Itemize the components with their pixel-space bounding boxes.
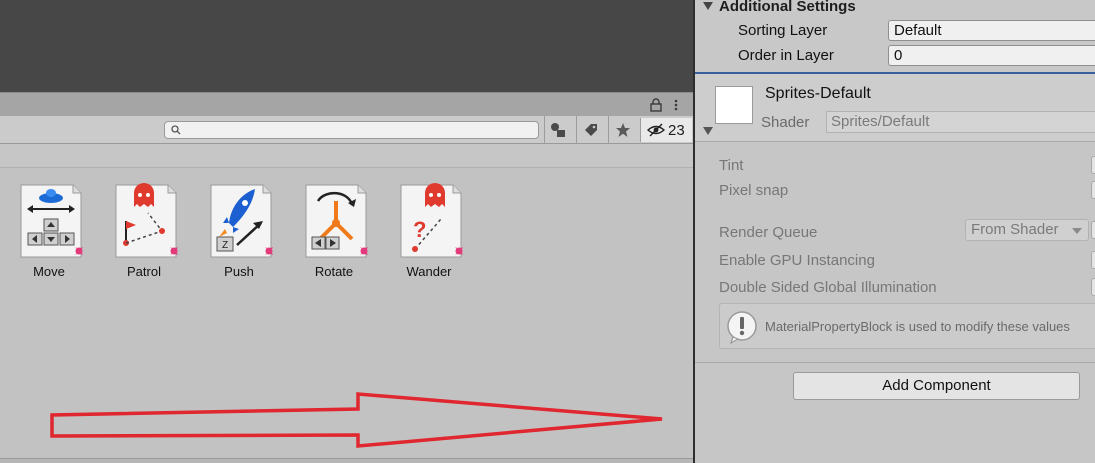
render-queue-number-field[interactable] [1091, 221, 1095, 239]
toolbar-separator [608, 116, 609, 144]
render-queue-label: Render Queue [719, 224, 818, 241]
star-icon [616, 123, 630, 137]
info-help-box: MaterialPropertyBlock is used to modify … [719, 303, 1095, 349]
asset-grid: Move Patrol Z Push Rotate ? Wander [0, 169, 693, 459]
breadcrumb [0, 144, 693, 168]
double-sided-gi-label: Double Sided Global Illumination [719, 279, 937, 296]
move-behavior-icon [20, 184, 83, 258]
tag-icon [585, 124, 597, 136]
gpu-instancing-checkbox[interactable] [1091, 251, 1095, 269]
asset-item-push[interactable]: Z Push [199, 183, 279, 283]
sorting-layer-dropdown[interactable]: Default [888, 20, 1095, 41]
sorting-layer-label: Sorting Layer [738, 22, 828, 39]
render-queue-value: From Shader [971, 221, 1059, 238]
order-in-layer-label: Order in Layer [738, 47, 834, 64]
favorite-button[interactable] [610, 119, 636, 141]
asset-item-wander[interactable]: ? Wander [389, 183, 469, 283]
shader-dropdown[interactable]: Sprites/Default [826, 111, 1095, 133]
render-queue-dropdown[interactable]: From Shader [965, 219, 1089, 241]
push-behavior-icon: Z [210, 184, 273, 258]
double-sided-gi-checkbox[interactable] [1091, 278, 1095, 296]
material-name: Sprites-Default [765, 85, 871, 102]
pixel-snap-label: Pixel snap [719, 182, 789, 199]
additional-settings-section: Additional Settings Sorting Layer Defaul… [695, 0, 1095, 74]
svg-text:Z: Z [222, 240, 228, 251]
search-by-label-button[interactable] [578, 119, 604, 141]
tint-color-field[interactable] [1091, 156, 1095, 174]
eye-hidden-icon [647, 123, 665, 137]
section-title: Additional Settings [719, 0, 856, 15]
order-in-layer-field[interactable]: 0 [888, 45, 1095, 66]
project-tab-bar [0, 92, 693, 116]
material-properties: Tint Pixel snap Render Queue From Shader… [695, 143, 1095, 363]
pixel-snap-checkbox[interactable] [1091, 181, 1095, 199]
info-message: MaterialPropertyBlock is used to modify … [765, 319, 1070, 334]
info-exclamation-icon [727, 311, 757, 344]
search-input[interactable] [164, 121, 539, 139]
asset-label: Rotate [314, 264, 354, 279]
wander-behavior-icon: ? [400, 183, 463, 258]
asset-item-patrol[interactable]: Patrol [104, 183, 184, 283]
foldout-arrow-icon[interactable] [703, 0, 713, 12]
project-footer [0, 458, 693, 463]
foldout-arrow-icon[interactable] [703, 126, 713, 136]
material-preview [715, 86, 753, 124]
search-icon [171, 125, 181, 135]
shader-label: Shader [761, 114, 810, 131]
tint-label: Tint [719, 157, 744, 174]
asset-item-rotate[interactable]: Rotate [294, 183, 374, 283]
material-header: Sprites-Default Shader Sprites/Default [695, 74, 1095, 142]
asset-label: Wander [406, 264, 452, 279]
lock-icon[interactable] [650, 98, 662, 112]
rotate-behavior-icon [305, 184, 368, 258]
hidden-packages-toggle[interactable]: 23 [640, 118, 692, 142]
asset-item-move[interactable]: Move [9, 183, 89, 283]
project-window: 23 Move Patrol Z Push Rotate ? Wander [0, 92, 693, 463]
asset-label: Move [33, 264, 65, 279]
more-menu-icon[interactable] [671, 98, 681, 112]
project-toolbar: 23 [0, 116, 693, 144]
hidden-count: 23 [668, 121, 685, 139]
patrol-behavior-icon [115, 183, 178, 258]
chevron-down-icon [1072, 228, 1082, 234]
asset-label: Patrol [127, 264, 161, 279]
scene-view[interactable] [0, 0, 693, 92]
gpu-instancing-label: Enable GPU Instancing [719, 252, 875, 269]
search-by-type-button[interactable] [545, 119, 571, 141]
asset-label: Push [224, 264, 254, 279]
shapes-icon [551, 123, 565, 137]
add-component-button[interactable]: Add Component [793, 372, 1080, 400]
inspector-panel: Additional Settings Sorting Layer Defaul… [695, 0, 1095, 463]
toolbar-separator [576, 116, 577, 144]
